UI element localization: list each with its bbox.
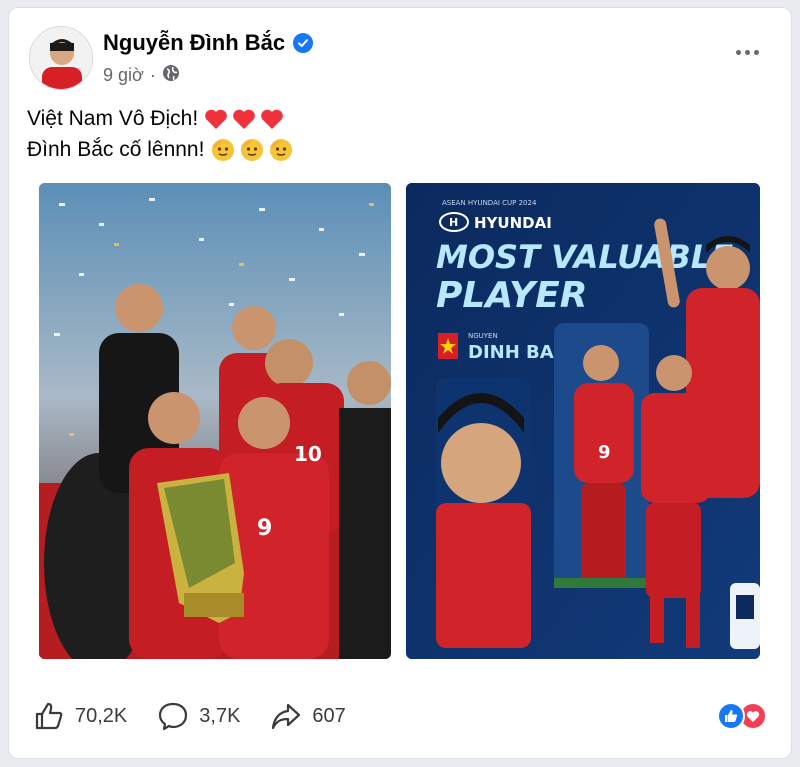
share-button[interactable]: 607 [270, 700, 346, 732]
reaction-summary[interactable] [717, 702, 767, 730]
globe-icon [162, 64, 180, 87]
more-options-button[interactable] [727, 34, 767, 70]
salute-face-emoji [270, 139, 293, 161]
author-name[interactable]: Nguyễn Đình Bắc [103, 30, 285, 56]
mvp-graphic[interactable]: ASEAN HYUNDAI CUP 2024 H HYUNDAI MOST VA… [406, 183, 760, 659]
post-meta: 9 giờ · [103, 64, 180, 87]
red-heart-emoji [261, 109, 283, 129]
heart-emojis [204, 108, 284, 130]
mvp-brand: HYUNDAI [474, 214, 552, 232]
verified-badge-icon [293, 33, 314, 53]
meta-separator: · [149, 65, 156, 85]
mvp-player-last: DINH BAC [468, 342, 567, 363]
celebration-jersey-number-2: 9 [257, 516, 272, 541]
post-text-line-1: Việt Nam Vô Địch! [27, 103, 293, 134]
salute-face-emoji [241, 139, 264, 161]
like-button[interactable]: 70,2K [33, 700, 127, 732]
like-reaction-icon [717, 702, 745, 730]
salute-face-emojis [210, 137, 293, 162]
mvp-jersey-number: 9 [598, 442, 611, 463]
post-time[interactable]: 9 giờ [103, 65, 144, 86]
post-text-line1: Việt Nam Vô Địch! [27, 107, 199, 130]
red-heart-emoji [205, 109, 227, 129]
salute-face-emoji [212, 139, 235, 161]
celebration-photo[interactable]: 10 9 [39, 183, 391, 659]
author-avatar[interactable] [29, 26, 93, 90]
celebration-jersey-number-1: 10 [294, 442, 322, 466]
post-text: Việt Nam Vô Địch! Đình Bắc cố lênnn! [27, 103, 293, 165]
author-header: Nguyễn Đình Bắc [103, 30, 314, 56]
post-actions: 70,2K 3,7K 607 [33, 700, 346, 732]
comment-button[interactable]: 3,7K [157, 700, 240, 732]
hyundai-logo-mark: H [449, 216, 458, 229]
post-card: Nguyễn Đình Bắc 9 giờ · Việt Nam Vô Địch… [8, 7, 792, 759]
like-count: 70,2K [75, 704, 128, 727]
red-heart-emoji [233, 109, 255, 129]
comment-count: 3,7K [199, 704, 241, 727]
mvp-event-label: ASEAN HYUNDAI CUP 2024 [442, 199, 537, 207]
comment-bubble-icon [159, 702, 188, 731]
mvp-title-line1: MOST VALUABLE [436, 238, 733, 276]
share-arrow-icon [272, 703, 301, 730]
mvp-title-line2: PLAYER [436, 275, 587, 316]
post-text-line2: Đình Bắc cố lênnn! [27, 138, 205, 161]
share-count: 607 [312, 704, 346, 727]
post-text-line-2: Đình Bắc cố lênnn! [27, 134, 293, 165]
thumbs-up-icon [35, 702, 63, 730]
more-dots-icon [735, 49, 741, 55]
mvp-player-first: NGUYEN [468, 332, 498, 340]
